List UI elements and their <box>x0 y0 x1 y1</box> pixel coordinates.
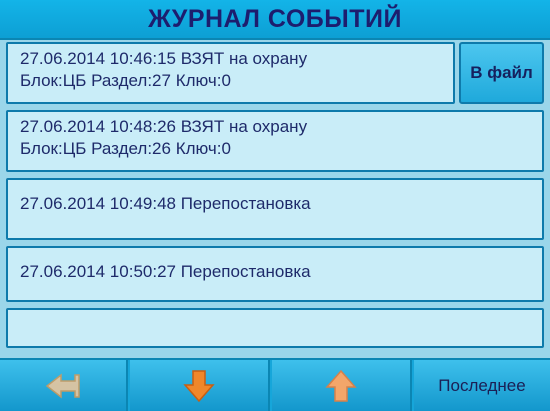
event-text: 27.06.2014 10:49:48 Перепостановка <box>20 194 311 213</box>
scroll-down-button[interactable] <box>130 360 270 411</box>
scroll-up-button[interactable] <box>272 360 412 411</box>
event-row[interactable]: 27.06.2014 10:48:26 ВЗЯТ на охрану Блок:… <box>6 110 544 172</box>
event-text: 27.06.2014 10:48:26 ВЗЯТ на охрану <box>20 117 308 136</box>
bottom-toolbar: Последнее <box>0 358 550 411</box>
page-title: ЖУРНАЛ СОБЫТИЙ <box>148 4 402 33</box>
event-text: 27.06.2014 10:46:15 ВЗЯТ на охрану <box>20 49 308 68</box>
event-row[interactable]: 27.06.2014 10:49:48 Перепостановка <box>6 178 544 240</box>
event-log-screen: ЖУРНАЛ СОБЫТИЙ 27.06.2014 10:46:15 ВЗЯТ … <box>0 0 550 411</box>
event-row[interactable]: 27.06.2014 10:46:15 ВЗЯТ на охрану Блок:… <box>6 42 455 104</box>
last-event-button[interactable]: Последнее <box>414 360 550 411</box>
event-row-empty[interactable] <box>6 308 544 348</box>
event-details: Блок:ЦБ Раздел:27 Ключ:0 <box>20 71 231 90</box>
back-button[interactable] <box>0 360 128 411</box>
save-to-file-button[interactable]: В файл <box>459 42 544 104</box>
arrow-down-icon <box>183 369 215 402</box>
title-bar: ЖУРНАЛ СОБЫТИЙ <box>0 0 550 40</box>
last-event-label: Последнее <box>438 375 526 395</box>
back-arrow-icon <box>45 372 80 399</box>
event-text: 27.06.2014 10:50:27 Перепостановка <box>20 262 311 281</box>
arrow-up-icon <box>325 369 357 402</box>
event-details: Блок:ЦБ Раздел:26 Ключ:0 <box>20 139 231 158</box>
event-row[interactable]: 27.06.2014 10:50:27 Перепостановка <box>6 246 544 302</box>
